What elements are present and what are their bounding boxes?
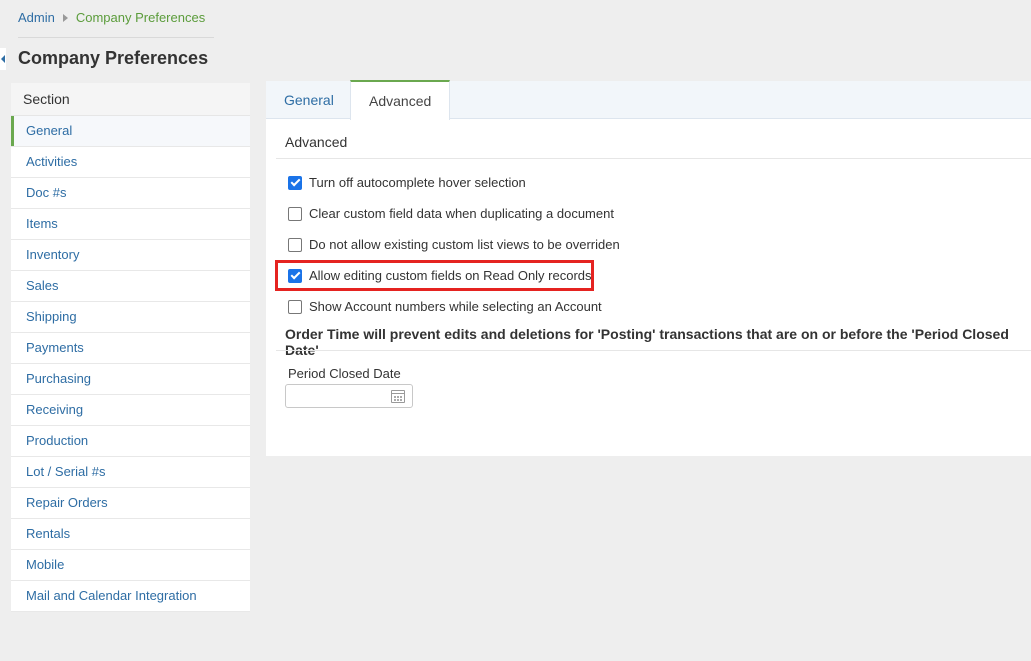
option-show-account-numbers[interactable]: Show Account numbers while selecting an … xyxy=(288,299,602,314)
breadcrumb: Admin Company Preferences xyxy=(18,10,205,25)
sidebar-item-sales[interactable]: Sales xyxy=(11,271,250,302)
highlight-box xyxy=(275,260,594,291)
tab-general[interactable]: General xyxy=(266,81,352,118)
checkbox-autocomplete-hover[interactable] xyxy=(288,175,302,190)
section-sidebar: Section General Activities Doc #s Items … xyxy=(11,83,250,612)
page-title: Company Preferences xyxy=(18,48,209,68)
notice-divider xyxy=(276,350,1031,351)
sidebar-item-items[interactable]: Items xyxy=(11,209,250,240)
sidebar-item-mobile[interactable]: Mobile xyxy=(11,550,250,581)
collapse-arrow-icon xyxy=(1,55,5,63)
tab-advanced[interactable]: Advanced xyxy=(350,80,450,120)
option-label: Do not allow existing custom list views … xyxy=(309,237,620,252)
sidebar-item-general[interactable]: General xyxy=(11,116,250,147)
option-label: Clear custom field data when duplicating… xyxy=(309,206,614,221)
checkbox-clear-custom-field[interactable] xyxy=(288,206,302,221)
chevron-right-icon xyxy=(62,13,68,22)
option-label: Show Account numbers while selecting an … xyxy=(309,299,602,314)
period-closed-date-label: Period Closed Date xyxy=(288,366,401,381)
option-clear-custom-field[interactable]: Clear custom field data when duplicating… xyxy=(288,206,614,221)
sidebar-item-rentals[interactable]: Rentals xyxy=(11,519,250,550)
preferences-panel: General Advanced Advanced Turn off autoc… xyxy=(266,80,1031,456)
breadcrumb-current: Company Preferences xyxy=(75,10,206,25)
option-no-override-list-views[interactable]: Do not allow existing custom list views … xyxy=(288,237,620,252)
tab-bar: General Advanced xyxy=(266,80,1031,120)
section-title: Advanced xyxy=(285,134,348,150)
breadcrumb-divider xyxy=(18,37,214,38)
sidebar-item-doc-numbers[interactable]: Doc #s xyxy=(11,178,250,209)
option-autocomplete-hover[interactable]: Turn off autocomplete hover selection xyxy=(288,175,526,190)
sidebar-item-activities[interactable]: Activities xyxy=(11,147,250,178)
sidebar-item-repair-orders[interactable]: Repair Orders xyxy=(11,488,250,519)
sidebar-item-purchasing[interactable]: Purchasing xyxy=(11,364,250,395)
section-divider xyxy=(276,158,1031,159)
option-label: Turn off autocomplete hover selection xyxy=(309,175,526,190)
sidebar-item-shipping[interactable]: Shipping xyxy=(11,302,250,333)
checkbox-show-account-numbers[interactable] xyxy=(288,299,302,314)
sidebar-item-payments[interactable]: Payments xyxy=(11,333,250,364)
sidebar-item-production[interactable]: Production xyxy=(11,426,250,457)
sidebar-collapse-toggle[interactable] xyxy=(0,48,6,70)
breadcrumb-admin-link[interactable]: Admin xyxy=(18,10,55,25)
period-closed-notice: Order Time will prevent edits and deleti… xyxy=(285,326,1009,358)
checkbox-no-override-list-views[interactable] xyxy=(288,237,302,252)
calendar-icon[interactable] xyxy=(391,390,405,403)
sidebar-item-mail-calendar[interactable]: Mail and Calendar Integration xyxy=(11,581,250,612)
sidebar-item-inventory[interactable]: Inventory xyxy=(11,240,250,271)
sidebar-header: Section xyxy=(11,83,250,116)
sidebar-item-receiving[interactable]: Receiving xyxy=(11,395,250,426)
sidebar-item-lot-serial[interactable]: Lot / Serial #s xyxy=(11,457,250,488)
period-closed-date-input[interactable] xyxy=(285,384,413,408)
